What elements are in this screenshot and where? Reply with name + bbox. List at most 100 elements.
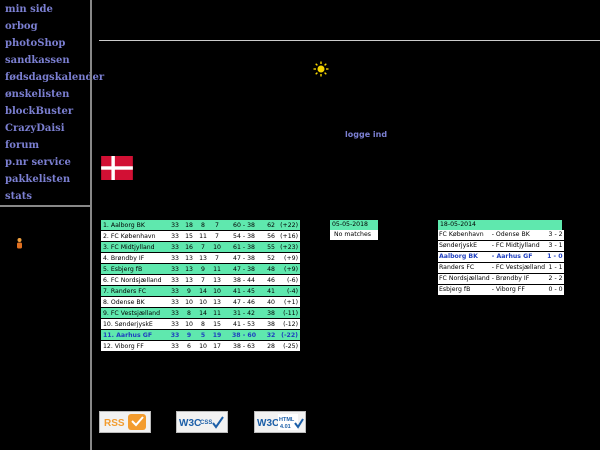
standings-goals: 41 - 45 — [224, 285, 264, 297]
standings-w: 13 — [182, 263, 196, 275]
standings-l: 13 — [210, 274, 224, 286]
result-home: Randers FC — [438, 262, 491, 274]
standings-diff: (-12) — [278, 318, 300, 330]
rss-badge[interactable]: RSS — [99, 411, 151, 433]
standings-d: 7 — [196, 241, 210, 253]
standings-goals: 47 - 46 — [224, 296, 264, 308]
standings-diff: (+9) — [278, 252, 300, 264]
result-score: 3 - 2 — [546, 230, 564, 241]
result-away: - FC Vestsjælland — [490, 262, 547, 274]
nav-item-min-side[interactable]: min side — [5, 4, 53, 15]
league-standings-table: 1. Aalborg BK 33 18 8 7 60 - 38 62 (+22) 2. FC K… — [101, 220, 300, 352]
standings-pts: 41 — [264, 285, 278, 297]
standings-name: 4. Brøndby IF — [101, 252, 168, 264]
danish-flag-icon[interactable] — [99, 156, 135, 180]
nav-item-wishlist[interactable]: ønskelisten — [5, 89, 69, 100]
nav-item-orbog[interactable]: orbog — [5, 21, 38, 32]
standings-w: 6 — [182, 340, 196, 352]
standings-diff: (-22) — [278, 329, 300, 341]
standings-diff: (+9) — [278, 263, 300, 275]
result-away: - Odense BK — [490, 230, 547, 241]
sun-icon — [313, 61, 329, 77]
rss-badge-label: RSS — [104, 418, 125, 429]
nav-item-pakkelisten[interactable]: pakkelisten — [5, 174, 70, 185]
standings-w: 9 — [182, 329, 196, 341]
standings-pts: 32 — [264, 329, 278, 341]
standings-w: 18 — [182, 220, 196, 231]
standings-pts: 38 — [264, 307, 278, 319]
nav-item-stats[interactable]: stats — [5, 191, 32, 202]
standings-diff: (-4) — [278, 285, 300, 297]
standings-w: 15 — [182, 230, 196, 242]
standings-pts: 52 — [264, 252, 278, 264]
result-row: SønderjyskE - FC Midtjylland 3 - 1 — [438, 240, 564, 252]
table-row: 10. SønderjyskE 33 10 8 15 41 - 53 38 (-12) — [101, 318, 300, 330]
standings-l: 11 — [210, 263, 224, 275]
standings-pts: 56 — [264, 230, 278, 242]
standings-d: 14 — [196, 285, 210, 297]
result-home: FC Nordsjælland — [438, 273, 491, 285]
upcoming-matches: 05-05-2018 No matches — [330, 220, 378, 240]
nav-item-crazydaisi[interactable]: CrazyDaisi — [5, 123, 65, 134]
standings-p: 33 — [168, 230, 182, 242]
standings-l: 7 — [210, 220, 224, 231]
standings-diff: (-25) — [278, 340, 300, 352]
standings-p: 33 — [168, 220, 182, 231]
standings-d: 14 — [196, 307, 210, 319]
standings-goals: 54 - 38 — [224, 230, 264, 242]
w3c-css-badge[interactable]: W3C CSS — [176, 411, 228, 433]
header-rule — [99, 40, 600, 41]
standings-p: 33 — [168, 285, 182, 297]
standings-p: 33 — [168, 329, 182, 341]
standings-pts: 55 — [264, 241, 278, 253]
standings-p: 33 — [168, 340, 182, 352]
table-row: 2. FC København 33 15 11 7 54 - 38 56 (+16) — [101, 230, 300, 242]
table-row: 9. FC Vestsjælland 33 8 14 11 31 - 42 38 (-11) — [101, 307, 300, 319]
login-link[interactable]: logge ind — [345, 130, 387, 139]
w3c-css-label: W3C — [179, 418, 201, 429]
standings-l: 19 — [210, 329, 224, 341]
nav-item-pnr-service[interactable]: p.nr service — [5, 157, 71, 168]
standings-goals: 41 - 53 — [224, 318, 264, 330]
standings-pts: 38 — [264, 318, 278, 330]
result-row: Randers FC - FC Vestsjælland 1 - 1 — [438, 262, 564, 274]
standings-p: 33 — [168, 263, 182, 275]
standings-name: 1. Aalborg BK — [101, 220, 168, 231]
result-score: 2 - 2 — [546, 273, 564, 285]
latest-results: 18-05-2014 FC København - Odense BK 3 - 2S… — [438, 220, 564, 296]
standings-pts: 46 — [264, 274, 278, 286]
standings-diff: (+16) — [278, 230, 300, 242]
standings-name: 5. Esbjerg fB — [101, 263, 168, 275]
result-away: - Aarhus GF — [490, 251, 547, 263]
standings-name: 12. Viborg FF — [101, 340, 168, 352]
table-row: 5. Esbjerg fB 33 13 9 11 47 - 38 48 (+9) — [101, 263, 300, 275]
standings-d: 7 — [196, 274, 210, 286]
standings-w: 10 — [182, 318, 196, 330]
standings-p: 33 — [168, 307, 182, 319]
person-icon — [17, 238, 22, 249]
standings-diff: (+23) — [278, 241, 300, 253]
upcoming-status: No matches — [330, 230, 378, 240]
table-row: 1. Aalborg BK 33 18 8 7 60 - 38 62 (+22) — [101, 220, 300, 231]
nav-item-photoshop[interactable]: photoShop — [5, 38, 65, 49]
html-version: 4.01 — [280, 424, 291, 430]
nav-item-forum[interactable]: forum — [5, 140, 39, 151]
standings-l: 7 — [210, 252, 224, 264]
nav-divider — [0, 205, 90, 207]
result-row: Esbjerg fB - Viborg FF 0 - 0 — [438, 284, 564, 296]
w3c-html-label: W3C — [257, 418, 279, 429]
result-away: - FC Midtjylland — [490, 240, 547, 252]
results-table: FC København - Odense BK 3 - 2 SønderjyskE -… — [438, 230, 564, 296]
result-home: Aalborg BK — [438, 251, 491, 263]
w3c-html-badge[interactable]: W3C HTML 4.01 — [254, 411, 306, 433]
nav-item-blockbuster[interactable]: blockBuster — [5, 106, 73, 117]
standings-name: 7. Randers FC — [101, 285, 168, 297]
standings-p: 33 — [168, 318, 182, 330]
result-home: SønderjyskE — [438, 240, 491, 252]
standings-l: 11 — [210, 307, 224, 319]
table-row: 11. Aarhus GF 33 9 5 19 38 - 60 32 (-22) — [101, 329, 300, 341]
standings-goals: 61 - 38 — [224, 241, 264, 253]
nav-item-sandkassen[interactable]: sandkassen — [5, 55, 70, 66]
standings-w: 10 — [182, 296, 196, 308]
standings-name: 3. FC Midtjylland — [101, 241, 168, 253]
